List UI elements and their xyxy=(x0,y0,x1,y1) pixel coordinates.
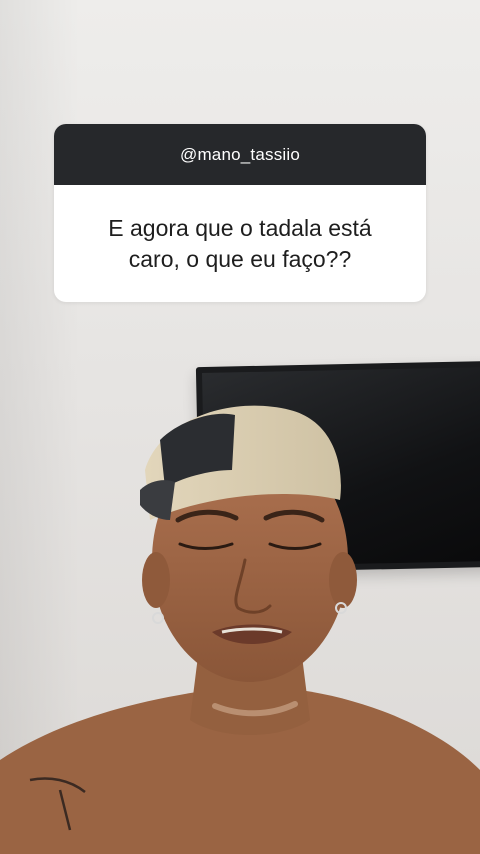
question-body: E agora que o tadala está caro, o que eu… xyxy=(54,185,426,302)
question-header: @mano_tassiio xyxy=(54,124,426,185)
cap-strap xyxy=(140,480,175,520)
question-sticker[interactable]: @mano_tassiio E agora que o tadala está … xyxy=(54,124,426,302)
question-text: E agora que o tadala está caro, o que eu… xyxy=(108,214,372,272)
question-username: @mano_tassiio xyxy=(179,144,301,164)
right-ear xyxy=(329,552,357,608)
left-ear xyxy=(142,552,170,608)
left-earring xyxy=(152,612,164,624)
